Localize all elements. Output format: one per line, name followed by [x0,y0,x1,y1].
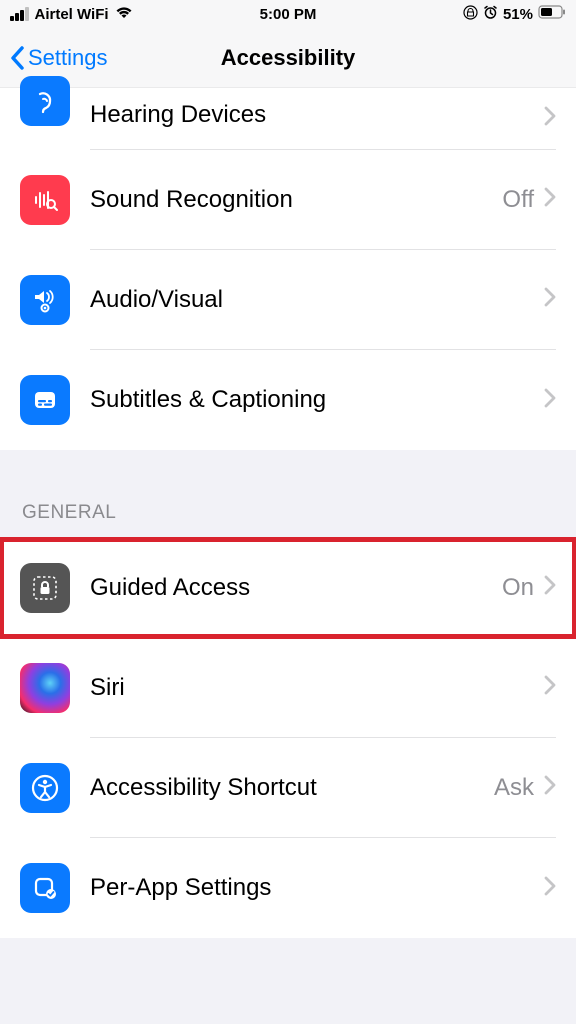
row-audio-visual[interactable]: Audio/Visual [0,250,576,350]
row-label: Sound Recognition [90,186,502,214]
siri-icon [20,663,70,713]
row-hearing-devices[interactable]: Hearing Devices [0,88,576,150]
row-siri[interactable]: Siri [0,638,576,738]
chevron-right-icon [544,187,556,212]
clock: 5:00 PM [260,6,317,23]
row-label: Accessibility Shortcut [90,774,494,802]
back-button[interactable]: Settings [10,45,108,71]
sound-recognition-icon [20,175,70,225]
row-label: Audio/Visual [90,286,544,314]
chevron-right-icon [544,876,556,901]
row-label: Guided Access [90,574,502,602]
hearing-group: Hearing Devices Sound Recognition Off [0,88,576,450]
row-sound-recognition[interactable]: Sound Recognition Off [0,150,576,250]
subtitles-icon [20,375,70,425]
accessibility-shortcut-icon [20,763,70,813]
alarm-icon [483,5,498,24]
general-group: Guided Access On Siri Accessibility Sh [0,538,576,938]
chevron-right-icon [544,575,556,600]
row-label: Subtitles & Captioning [90,386,544,414]
settings-list: Hearing Devices Sound Recognition Off [0,88,576,958]
hearing-devices-icon [20,76,70,126]
row-guided-access[interactable]: Guided Access On [0,538,576,638]
back-label: Settings [28,45,108,71]
chevron-right-icon [544,287,556,312]
row-label: Siri [90,674,544,702]
carrier-label: Airtel WiFi [35,6,109,23]
orientation-lock-icon [463,5,478,24]
page-title: Accessibility [221,45,356,71]
audio-visual-icon [20,275,70,325]
battery-icon [538,5,566,23]
row-value: Ask [494,774,534,802]
chevron-right-icon [544,388,556,413]
row-label: Hearing Devices [90,101,544,129]
row-label: Per-App Settings [90,874,544,902]
row-value: On [502,574,534,602]
row-subtitles-captioning[interactable]: Subtitles & Captioning [0,350,576,450]
row-value: Off [502,186,534,214]
cellular-signal-icon [10,7,29,21]
row-accessibility-shortcut[interactable]: Accessibility Shortcut Ask [0,738,576,838]
chevron-left-icon [10,46,26,70]
per-app-settings-icon [20,863,70,913]
guided-access-icon [20,563,70,613]
wifi-icon [115,5,133,23]
row-per-app-settings[interactable]: Per-App Settings [0,838,576,938]
section-header-general: GENERAL [0,450,576,538]
nav-bar: Settings Accessibility [0,28,576,88]
chevron-right-icon [544,775,556,800]
battery-percent: 51% [503,6,533,23]
chevron-right-icon [544,675,556,700]
status-bar: Airtel WiFi 5:00 PM 51% [0,0,576,28]
chevron-right-icon [544,106,556,131]
